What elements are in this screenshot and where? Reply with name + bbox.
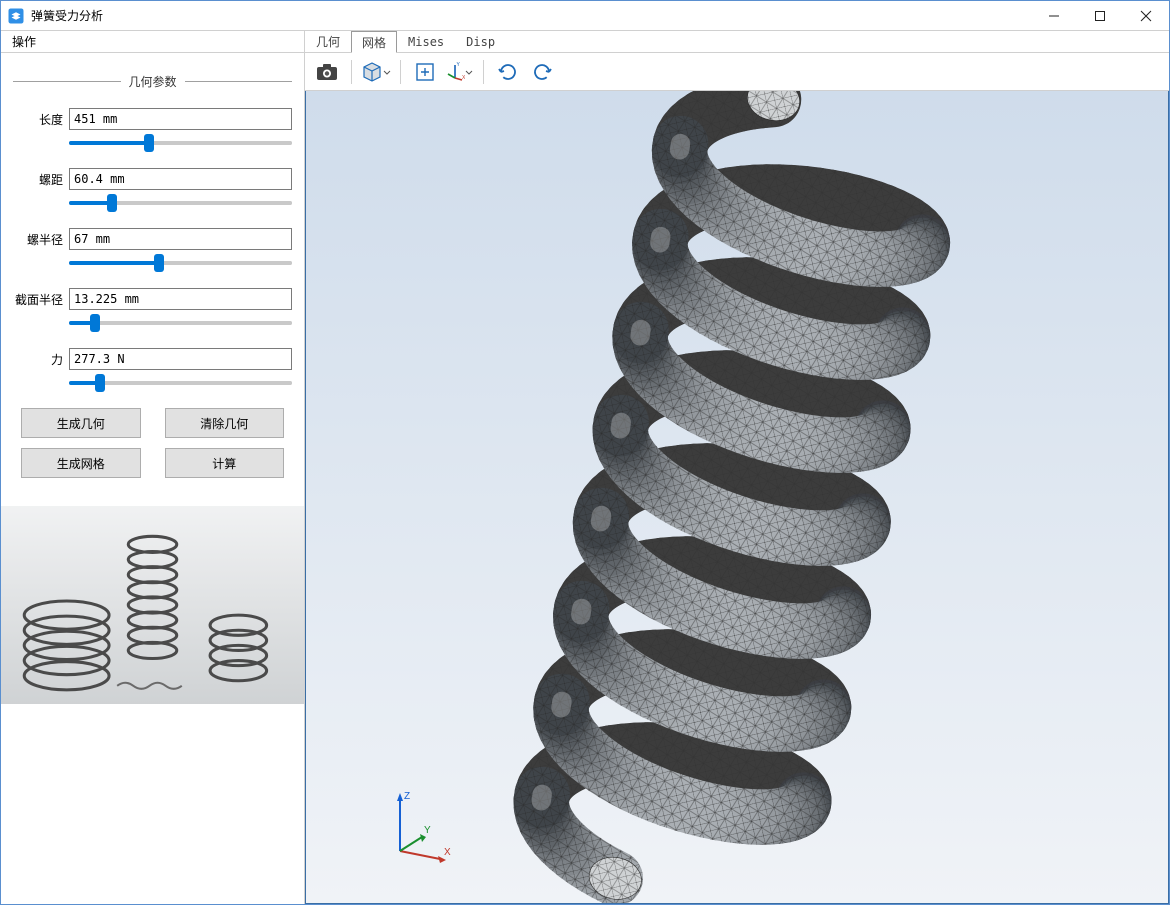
param-section-radius-label: 截面半径 bbox=[13, 291, 69, 308]
param-pitch-input[interactable] bbox=[69, 168, 292, 190]
maximize-button[interactable] bbox=[1077, 1, 1123, 30]
generate-geometry-button[interactable]: 生成几何 bbox=[21, 408, 141, 438]
screenshot-button[interactable] bbox=[311, 57, 343, 87]
spring-mesh-render bbox=[306, 91, 1168, 903]
param-force-input[interactable] bbox=[69, 348, 292, 370]
body: 几何参数 长度 螺距 bbox=[1, 53, 1169, 904]
generate-mesh-button[interactable]: 生成网格 bbox=[21, 448, 141, 478]
param-pitch: 螺距 bbox=[13, 168, 292, 208]
reference-photo bbox=[1, 506, 304, 904]
param-helix-radius-label: 螺半径 bbox=[13, 231, 69, 248]
param-length-input[interactable] bbox=[69, 108, 292, 130]
param-force-slider[interactable] bbox=[69, 381, 292, 385]
minimize-icon bbox=[1048, 10, 1060, 22]
viewport-toolbar: Y X bbox=[305, 53, 1169, 91]
springs-photo-icon bbox=[1, 506, 304, 704]
param-section-radius: 截面半径 bbox=[13, 288, 292, 328]
param-helix-radius: 螺半径 bbox=[13, 228, 292, 268]
window-controls bbox=[1031, 1, 1169, 30]
panel-title: 几何参数 bbox=[121, 73, 185, 90]
panel-title-row: 几何参数 bbox=[13, 73, 292, 90]
fit-extent-button[interactable] bbox=[409, 57, 441, 87]
param-force: 力 bbox=[13, 348, 292, 388]
chevron-down-icon bbox=[465, 61, 473, 83]
mesh-viewport[interactable]: Z X Y bbox=[305, 91, 1169, 904]
tab-geometry[interactable]: 几何 bbox=[305, 31, 351, 52]
tab-mesh[interactable]: 网格 bbox=[351, 31, 397, 53]
camera-icon bbox=[316, 63, 338, 81]
rotate-cw-button[interactable] bbox=[492, 57, 524, 87]
isometric-cube-icon bbox=[361, 61, 383, 83]
param-force-label: 力 bbox=[13, 351, 69, 368]
svg-text:Y: Y bbox=[457, 62, 461, 68]
param-length: 长度 bbox=[13, 108, 292, 148]
xyz-axes-icon: Y X bbox=[445, 62, 465, 82]
app-logo-icon bbox=[7, 7, 25, 25]
window-title: 弹簧受力分析 bbox=[31, 7, 1031, 24]
menu-operate[interactable]: 操作 bbox=[1, 31, 47, 52]
chevron-down-icon bbox=[383, 61, 391, 83]
clear-geometry-button[interactable]: 清除几何 bbox=[165, 408, 285, 438]
tab-disp[interactable]: Disp bbox=[455, 31, 506, 52]
menubar-left: 操作 bbox=[1, 31, 305, 52]
param-helix-radius-input[interactable] bbox=[69, 228, 292, 250]
action-buttons: 生成几何 清除几何 生成网格 计算 bbox=[21, 408, 284, 478]
param-length-slider[interactable] bbox=[69, 141, 292, 145]
viewport-column: Y X bbox=[305, 53, 1169, 904]
param-length-label: 长度 bbox=[13, 111, 69, 128]
isometric-view-button[interactable] bbox=[360, 57, 392, 87]
view-tabs: 几何 网格 Mises Disp bbox=[305, 31, 1169, 52]
axis-widget: Z X Y bbox=[380, 785, 460, 865]
axis-x-label: X bbox=[444, 847, 451, 858]
param-section-radius-input[interactable] bbox=[69, 288, 292, 310]
param-pitch-slider[interactable] bbox=[69, 201, 292, 205]
fit-extent-icon bbox=[415, 62, 435, 82]
param-section-radius-slider[interactable] bbox=[69, 321, 292, 325]
rotate-ccw-button[interactable] bbox=[526, 57, 558, 87]
axis-y-label: Y bbox=[424, 825, 431, 836]
axis-z-label: Z bbox=[404, 791, 410, 802]
titlebar: 弹簧受力分析 bbox=[1, 1, 1169, 31]
rotate-cw-icon bbox=[497, 61, 519, 83]
close-button[interactable] bbox=[1123, 1, 1169, 30]
rotate-ccw-icon bbox=[531, 61, 553, 83]
param-pitch-label: 螺距 bbox=[13, 171, 69, 188]
close-icon bbox=[1140, 10, 1152, 22]
sidebar: 几何参数 长度 螺距 bbox=[1, 53, 305, 904]
geometry-params-panel: 几何参数 长度 螺距 bbox=[1, 53, 304, 488]
axes-orient-button[interactable]: Y X bbox=[443, 57, 475, 87]
minimize-button[interactable] bbox=[1031, 1, 1077, 30]
tab-mises[interactable]: Mises bbox=[397, 31, 455, 52]
app-window: 弹簧受力分析 操作 几何 网格 Mises Disp bbox=[0, 0, 1170, 905]
compute-button[interactable]: 计算 bbox=[165, 448, 285, 478]
param-helix-radius-slider[interactable] bbox=[69, 261, 292, 265]
menubar: 操作 几何 网格 Mises Disp bbox=[1, 31, 1169, 53]
maximize-icon bbox=[1094, 10, 1106, 22]
